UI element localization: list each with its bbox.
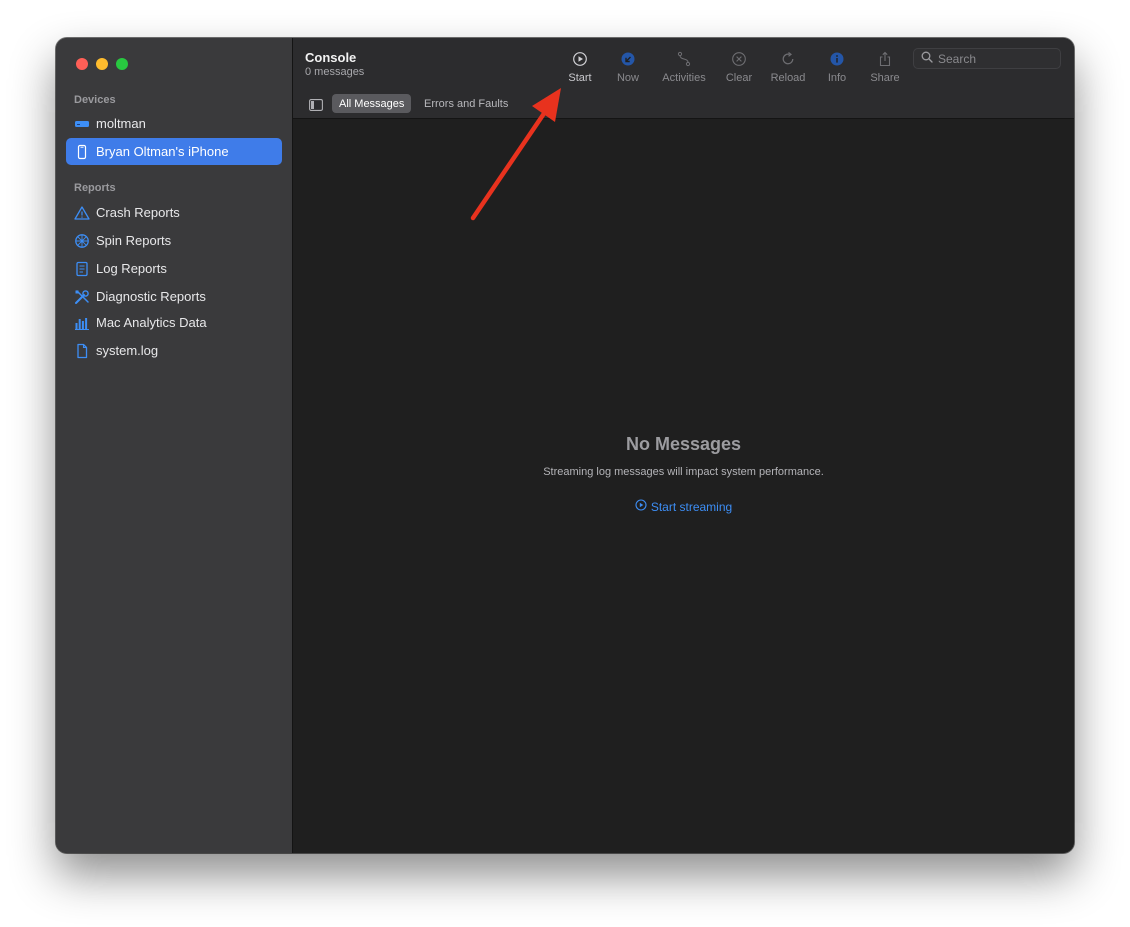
bar-chart-icon: [74, 315, 90, 331]
sidebar-item-system-log[interactable]: system.log: [66, 337, 282, 364]
warning-triangle-icon: [74, 205, 90, 221]
jump-to-now-icon: [619, 50, 637, 68]
filter-all-messages[interactable]: All Messages: [332, 94, 412, 113]
search-placeholder: Search: [938, 51, 977, 66]
sidebar-item-label: Log Reports: [96, 261, 167, 276]
start-button[interactable]: Start: [555, 50, 605, 90]
play-circle-icon: [635, 499, 647, 514]
window-title: Console: [305, 50, 357, 65]
clear-button[interactable]: Clear: [714, 50, 764, 90]
sidebar-item-diagnostic-reports[interactable]: Diagnostic Reports: [66, 283, 282, 310]
share-icon: [876, 50, 894, 68]
info-label: Info: [827, 72, 847, 84]
spin-wheel-icon: [74, 233, 90, 249]
sidebar-item-crash-reports[interactable]: Crash Reports: [66, 199, 282, 226]
sidebar-item-iphone[interactable]: Bryan Oltman's iPhone: [66, 138, 282, 165]
empty-state-title: No Messages: [625, 434, 742, 454]
clear-circle-icon: [730, 50, 748, 68]
window-controls: [76, 58, 128, 70]
sidebar-toggle-icon[interactable]: [309, 98, 323, 111]
search-icon: [921, 50, 933, 68]
filter-errors-and-faults[interactable]: Errors and Faults: [417, 94, 515, 113]
activities-button[interactable]: Activities: [659, 50, 709, 90]
sidebar-item-label: moltman: [96, 116, 146, 131]
clear-label: Clear: [725, 72, 753, 84]
document-list-icon: [74, 261, 90, 277]
share-label: Share: [870, 72, 900, 84]
play-circle-icon: [571, 50, 589, 68]
reload-button[interactable]: Reload: [763, 50, 813, 90]
sidebar-item-label: system.log: [96, 343, 159, 358]
sidebar-item-log-reports[interactable]: Log Reports: [66, 255, 282, 282]
sidebar: Devices moltman Bryan Oltman's iPhone Re…: [56, 38, 293, 853]
now-button[interactable]: Now: [603, 50, 653, 90]
search-field[interactable]: Search: [913, 48, 1061, 69]
minimize-window-button[interactable]: [96, 58, 108, 70]
empty-state-description: Streaming log messages will impact syste…: [543, 466, 824, 478]
zoom-window-button[interactable]: [116, 58, 128, 70]
devices-section-title: Devices: [74, 94, 116, 106]
empty-state: No Messages Streaming log messages will …: [293, 434, 1074, 516]
sidebar-item-label: Mac Analytics Data: [96, 315, 207, 330]
file-icon: [74, 343, 90, 359]
sidebar-item-label: Diagnostic Reports: [96, 289, 206, 304]
close-window-button[interactable]: [76, 58, 88, 70]
iphone-icon: [74, 144, 90, 160]
sidebar-item-label: Crash Reports: [96, 205, 180, 220]
sidebar-item-spin-reports[interactable]: Spin Reports: [66, 227, 282, 254]
info-button[interactable]: Info: [812, 50, 862, 90]
mac-mini-icon: [74, 116, 90, 132]
filter-bar: All Messages Errors and Faults: [293, 90, 1074, 118]
activities-label: Activities: [662, 72, 706, 84]
info-icon: [828, 50, 846, 68]
reload-icon: [779, 50, 797, 68]
start-streaming-link[interactable]: Start streaming: [635, 499, 732, 514]
reports-section-title: Reports: [74, 182, 116, 194]
tools-icon: [74, 289, 90, 305]
sidebar-item-moltman[interactable]: moltman: [66, 110, 282, 137]
message-count: 0 messages: [305, 66, 365, 78]
reload-label: Reload: [770, 72, 806, 84]
sidebar-item-label: Spin Reports: [96, 233, 172, 248]
activities-icon: [675, 50, 693, 68]
main-panel: Console 0 messages Start Now Activities: [293, 38, 1074, 853]
share-button[interactable]: Share: [860, 50, 910, 90]
start-label: Start: [568, 72, 592, 84]
toolbar: Console 0 messages Start Now Activities: [293, 38, 1074, 119]
sidebar-item-mac-analytics-data[interactable]: Mac Analytics Data: [66, 309, 282, 336]
start-streaming-label: Start streaming: [650, 499, 733, 514]
sidebar-item-label: Bryan Oltman's iPhone: [96, 144, 229, 159]
console-window: Devices moltman Bryan Oltman's iPhone Re…: [56, 38, 1074, 853]
now-label: Now: [616, 72, 639, 84]
